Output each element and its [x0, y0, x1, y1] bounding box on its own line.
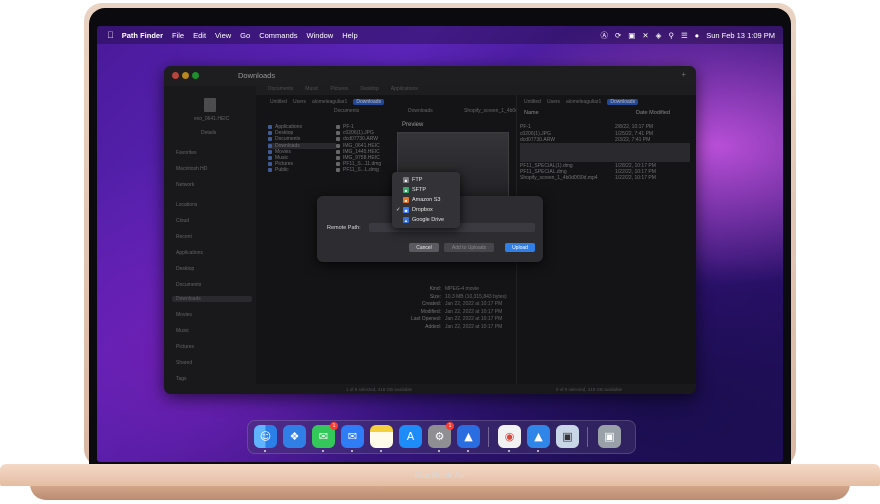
menu-item-google-drive[interactable]: ▲ Google Drive [396, 215, 458, 225]
apple-menu-icon[interactable]:  [107, 30, 114, 40]
running-indicator [467, 450, 469, 452]
menu-app-name[interactable]: Path Finder [122, 31, 163, 40]
menu-clock[interactable]: Sun Feb 13 1:09 PM [706, 31, 775, 40]
running-indicator [264, 450, 266, 452]
mail-icon[interactable]: ✉ [341, 425, 364, 448]
chrome-icon[interactable]: ◉ [498, 425, 521, 448]
dock-separator [587, 427, 588, 447]
running-indicator [380, 450, 382, 452]
menu-bar:  Path Finder File Edit View Go Commands… [97, 26, 783, 44]
trash-icon[interactable]: ▣ [598, 425, 621, 448]
device-brand-label: MacBook Air [414, 470, 466, 480]
safari-icon[interactable]: ❖ [283, 425, 306, 448]
menu-edit[interactable]: Edit [193, 31, 206, 40]
upload-button[interactable]: Upload [505, 243, 535, 252]
dropbox-icon: ◆ [403, 207, 409, 213]
checkmark-icon: ✓ [396, 207, 401, 213]
control-center-icon[interactable]: ☰ [681, 31, 688, 40]
path-finder-icon[interactable]: ▲ [457, 425, 480, 448]
altair-icon[interactable]: ▲ [527, 425, 550, 448]
running-indicator [322, 450, 324, 452]
bluetooth-icon[interactable]: ✕ [642, 31, 648, 40]
sync-icon[interactable]: ⟳ [615, 31, 621, 40]
menu-help[interactable]: Help [342, 31, 357, 40]
wifi-icon[interactable]: ◈ [656, 31, 662, 40]
search-icon[interactable]: ⚲ [668, 31, 674, 40]
menu-commands[interactable]: Commands [259, 31, 297, 40]
running-indicator [508, 450, 510, 452]
dock: ☺ ❖ ✉ 1 ✉ A ⚙ 1 ▲ ◉ ▲ ▣ ▣ [247, 420, 636, 454]
notification-badge: 1 [330, 422, 338, 430]
messages-icon[interactable]: ✉ 1 [312, 422, 338, 448]
sftp-icon: ■ [403, 187, 409, 193]
menu-file[interactable]: File [172, 31, 184, 40]
amazon-s3-icon: ■ [403, 197, 409, 203]
preview-icon[interactable]: ▣ [556, 425, 579, 448]
menu-item-ftp[interactable]: ■ FTP [396, 175, 458, 185]
siri-icon[interactable]: ● [695, 31, 700, 40]
cancel-button[interactable]: Cancel [409, 243, 439, 252]
running-indicator [438, 450, 440, 452]
ftp-icon: ■ [403, 177, 409, 183]
notes-icon[interactable] [370, 425, 393, 448]
menu-window[interactable]: Window [307, 31, 334, 40]
running-indicator [537, 450, 539, 452]
add-to-uploads-button[interactable]: Add to Uploads [444, 243, 494, 252]
finder-icon[interactable]: ☺ [254, 425, 277, 448]
running-indicator [351, 450, 353, 452]
system-preferences-icon[interactable]: ⚙ 1 [428, 422, 454, 448]
menu-item-amazon-s3[interactable]: ■ Amazon S3 [396, 195, 458, 205]
notification-badge: 1 [446, 422, 454, 430]
circle-a-icon[interactable]: Ⓐ [600, 30, 608, 41]
desktop-screen:  Path Finder File Edit View Go Commands… [97, 26, 783, 462]
laptop-base-bottom [30, 484, 850, 500]
menu-extras: Ⓐ ⟳ ▣ ✕ ◈ ⚲ ☰ ● Sun Feb 13 1:09 PM [593, 30, 775, 41]
menu-view[interactable]: View [215, 31, 231, 40]
app-store-icon[interactable]: A [399, 425, 422, 448]
remote-path-label: Remote Path: [327, 225, 361, 231]
service-popup-menu: ■ FTP ■ SFTP ■ Amazon S3 ✓ ◆ Dropbox ▲ Google … [392, 172, 460, 228]
menu-item-sftp[interactable]: ■ SFTP [396, 185, 458, 195]
dock-separator [488, 427, 489, 447]
menu-item-dropbox[interactable]: ✓ ◆ Dropbox [396, 205, 458, 215]
google-drive-icon: ▲ [403, 217, 409, 223]
menu-go[interactable]: Go [240, 31, 250, 40]
laptop-base [0, 458, 880, 504]
display-icon[interactable]: ▣ [628, 31, 635, 40]
